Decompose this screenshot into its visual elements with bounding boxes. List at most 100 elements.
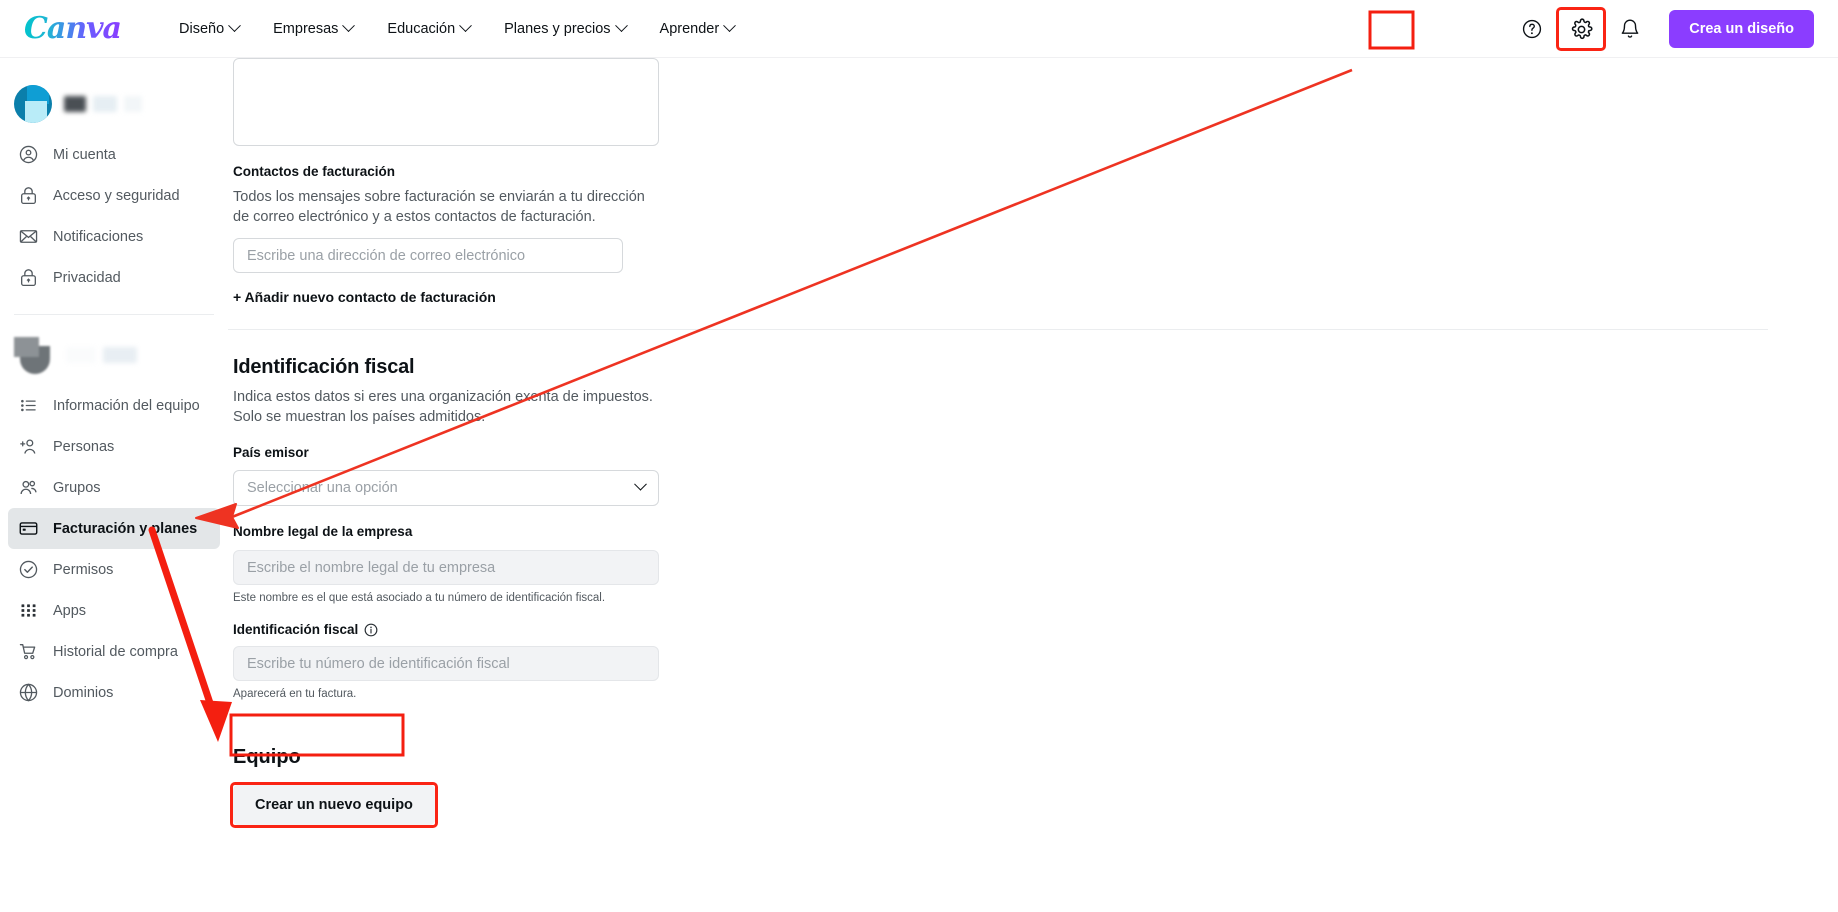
- redacted-block: [93, 96, 117, 112]
- sidebar-item-notificaciones[interactable]: Notificaciones: [8, 216, 220, 257]
- nav-item-diseno[interactable]: Diseño: [179, 19, 242, 37]
- nav-item-aprender[interactable]: Aprender: [659, 19, 737, 37]
- info-icon[interactable]: [364, 623, 378, 637]
- bell-icon: [1621, 19, 1639, 38]
- sidebar-item-label: Historial de compra: [53, 643, 178, 660]
- create-team-button[interactable]: Crear un nuevo equipo: [233, 785, 435, 825]
- team-section-heading: Equipo: [233, 746, 301, 768]
- sidebar-item-mi-cuenta[interactable]: Mi cuenta: [8, 134, 220, 175]
- company-name-help: Este nombre es el que está asociado a tu…: [233, 592, 606, 604]
- shopping-cart-icon: [19, 644, 36, 660]
- chevron-down-icon: [614, 19, 628, 33]
- chevron-down-icon: [228, 19, 242, 33]
- create-team-button-highlight: Crear un nuevo equipo: [230, 782, 438, 828]
- section-divider: [228, 329, 1768, 330]
- nav-label: Empresas: [273, 20, 339, 37]
- sidebar-item-acceso-y-seguridad[interactable]: Acceso y seguridad: [8, 175, 220, 216]
- sidebar-item-label: Acceso y seguridad: [53, 187, 180, 204]
- sidebar-item-privacidad[interactable]: Privacidad: [8, 257, 220, 298]
- notifications-button[interactable]: [1613, 12, 1647, 46]
- sidebar-item-label: Mi cuenta: [53, 146, 116, 163]
- help-circle-icon: [1523, 19, 1542, 39]
- sidebar-item-label: Personas: [53, 438, 115, 455]
- nav-label: Diseño: [179, 20, 225, 37]
- top-header: Canva Diseño Empresas Educación Planes y…: [0, 0, 1838, 58]
- canva-logo[interactable]: Canva: [24, 13, 122, 44]
- list-icon: [21, 399, 36, 412]
- placeholder-text: Escribe una dirección de correo electrón…: [247, 247, 526, 264]
- people-icon: [20, 480, 37, 495]
- user-circle-icon: [19, 145, 38, 164]
- lock-icon: [21, 269, 36, 287]
- billing-contact-email-input[interactable]: Escribe una dirección de correo electrón…: [233, 238, 623, 273]
- tax-id-input[interactable]: Escribe tu número de identificación fisc…: [233, 646, 659, 681]
- redacted-block: [103, 347, 137, 363]
- company-name-input[interactable]: Escribe el nombre legal de tu empresa: [233, 550, 659, 585]
- header-actions: Crea un diseño: [1515, 0, 1814, 58]
- country-label: País emisor: [233, 445, 309, 460]
- sidebar: Mi cuenta Acceso y seguridad Notificacio…: [0, 58, 228, 912]
- sidebar-divider: [14, 314, 214, 315]
- billing-contacts-label: Contactos de facturación: [233, 164, 396, 179]
- create-design-button[interactable]: Crea un diseño: [1669, 10, 1814, 48]
- nav-item-planes-y-precios[interactable]: Planes y precios: [504, 19, 628, 37]
- nav-label: Planes y precios: [504, 20, 611, 37]
- help-button[interactable]: [1515, 12, 1549, 46]
- billing-address-box[interactable]: [233, 58, 659, 146]
- add-billing-contact-link[interactable]: + Añadir nuevo contacto de facturación: [233, 289, 673, 305]
- nav-label: Aprender: [659, 20, 720, 37]
- tax-id-label: Identificación fiscal: [233, 622, 359, 637]
- sidebar-item-label: Permisos: [53, 561, 114, 578]
- gear-icon: [1571, 17, 1593, 39]
- check-circle-icon: [19, 560, 38, 579]
- sidebar-item-personas[interactable]: Personas: [8, 426, 220, 467]
- tax-id-help: Aparecerá en tu factura.: [233, 688, 357, 700]
- sidebar-item-label: Apps: [53, 602, 87, 619]
- placeholder-text: Escribe el nombre legal de tu empresa: [247, 559, 496, 576]
- sidebar-item-permisos[interactable]: Permisos: [8, 549, 220, 590]
- settings-gear-button[interactable]: [1556, 7, 1607, 51]
- redacted-block: [124, 96, 142, 112]
- grid-dots-icon: [21, 604, 36, 617]
- nav-item-educacion[interactable]: Educación: [387, 19, 473, 37]
- sidebar-item-grupos[interactable]: Grupos: [8, 467, 220, 508]
- sidebar-item-dominios[interactable]: Dominios: [8, 672, 220, 713]
- credit-card-icon: [19, 522, 38, 535]
- lock-icon: [21, 187, 36, 205]
- tax-id-label-row: Identificación fiscal: [233, 622, 673, 637]
- sidebar-item-informacion-del-equipo[interactable]: Información del equipo: [8, 385, 220, 426]
- sidebar-item-label: Grupos: [53, 479, 101, 496]
- add-person-icon: [20, 439, 36, 454]
- team-profile-row[interactable]: [0, 323, 228, 385]
- sidebar-item-label: Notificaciones: [53, 228, 144, 245]
- envelope-icon: [19, 230, 38, 243]
- sidebar-item-facturacion-y-planes[interactable]: Facturación y planes: [8, 508, 220, 549]
- user-name-redacted: [64, 96, 142, 112]
- user-avatar: [14, 85, 52, 123]
- team-name-redacted: [66, 347, 137, 363]
- redacted-block: [64, 96, 86, 112]
- sidebar-item-label: Dominios: [53, 684, 114, 701]
- user-profile-row[interactable]: [0, 72, 228, 134]
- chevron-down-icon: [634, 477, 647, 491]
- sidebar-item-historial-de-compra[interactable]: Historial de compra: [8, 631, 220, 672]
- chevron-down-icon: [342, 19, 356, 33]
- main-content: Contactos de facturación Todos los mensa…: [228, 58, 1838, 912]
- chevron-down-icon: [459, 19, 473, 33]
- app-root: Canva Diseño Empresas Educación Planes y…: [0, 0, 1838, 912]
- sidebar-item-label: Información del equipo: [53, 397, 200, 414]
- team-avatar: [14, 336, 54, 374]
- tax-section-description: Indica estos datos si eres una organizac…: [233, 389, 653, 425]
- sidebar-item-apps[interactable]: Apps: [8, 590, 220, 631]
- sidebar-item-label: Facturación y planes: [53, 520, 198, 537]
- placeholder-text: Seleccionar una opción: [247, 480, 398, 496]
- redacted-block: [66, 347, 96, 363]
- placeholder-text: Escribe tu número de identificación fisc…: [247, 655, 510, 672]
- billing-settings-panel: Contactos de facturación Todos los mensa…: [228, 58, 1768, 828]
- nav-item-empresas[interactable]: Empresas: [273, 19, 356, 37]
- billing-contacts-description: Todos los mensajes sobre facturación se …: [233, 189, 645, 225]
- nav-label: Educación: [387, 20, 456, 37]
- main-nav: Diseño Empresas Educación Planes y preci…: [179, 19, 737, 37]
- company-name-label: Nombre legal de la empresa: [233, 524, 413, 539]
- country-select[interactable]: Seleccionar una opción: [233, 470, 659, 506]
